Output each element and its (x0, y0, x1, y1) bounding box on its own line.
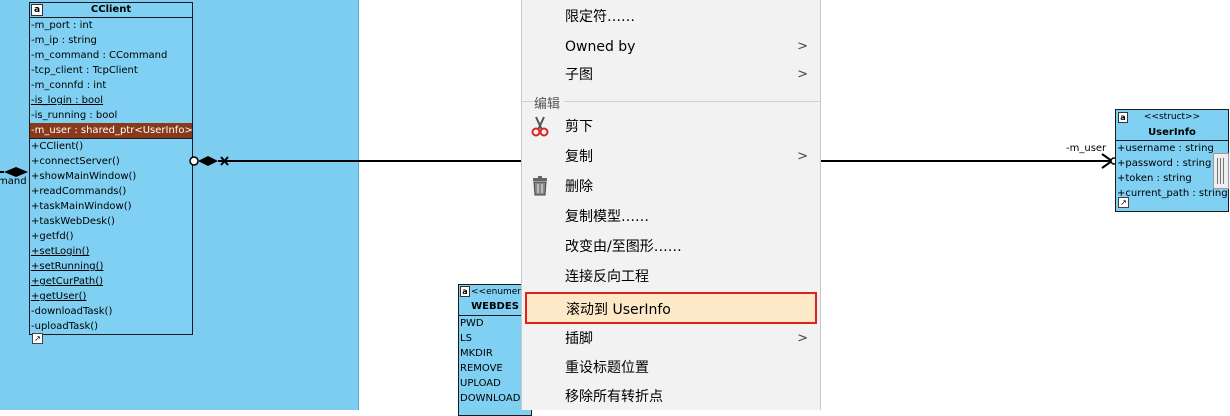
method-row[interactable]: +setRunning() (30, 259, 192, 274)
attribute-row[interactable]: -m_ip : string (30, 33, 192, 48)
method-row[interactable]: +showMainWindow() (30, 169, 192, 184)
submenu-arrow-icon: > (797, 67, 808, 82)
resize-grip[interactable] (1213, 153, 1229, 189)
struct-name: UserInfo (1116, 125, 1228, 141)
attribute-row[interactable]: -m_port : int (30, 18, 192, 33)
diagram-canvas[interactable]: a CClient -m_port : int -m_ip : string -m… (0, 0, 1230, 416)
submenu-arrow-icon: > (797, 331, 808, 346)
class-cclient[interactable]: a CClient -m_port : int -m_ip : string -m… (29, 2, 193, 344)
method-row[interactable]: +getUser() (30, 289, 192, 304)
scissors-icon (528, 115, 552, 139)
link-corner-icon[interactable]: ↗ (32, 333, 43, 344)
method-row[interactable]: +setLogin() (30, 244, 192, 259)
enum-icon: a (460, 286, 470, 297)
menu-item-change-from-to-shape[interactable]: 改变由/至图形…… (522, 232, 820, 262)
menu-item-copy-model[interactable]: 复制模型…… (522, 202, 820, 232)
struct-stereotype: <<struct>> (1143, 112, 1201, 122)
method-row[interactable]: +getCurPath() (30, 274, 192, 289)
trash-icon (528, 175, 552, 199)
method-row[interactable]: -downloadTask() (30, 304, 192, 319)
struct-userinfo[interactable]: a <<struct>> UserInfo +username : string… (1115, 109, 1229, 212)
link-corner-icon[interactable]: ↗ (1118, 197, 1129, 208)
attribute-row[interactable]: +current_path : string (1116, 186, 1228, 201)
method-row[interactable]: +readCommands() (30, 184, 192, 199)
method-row[interactable]: +CClient() (30, 139, 192, 154)
class-name: CClient (90, 4, 132, 15)
menu-item-reset-caption-position[interactable]: 重设标题位置 (522, 353, 820, 383)
menu-item-owned-by[interactable]: Owned by > (522, 32, 820, 62)
attribute-row-selected[interactable]: -m_user : shared_ptr<UserInfo> (30, 123, 192, 138)
context-menu: 限定符…… Owned by > 子图 > 编辑 剪下 复制 > 删除 复制模型…… … (521, 0, 821, 410)
method-row[interactable]: +connectServer() (30, 154, 192, 169)
attribute-row[interactable]: +token : string (1116, 171, 1228, 186)
attribute-row[interactable]: -tcp_client : TcpClient (30, 63, 192, 78)
association-end-label: mand (0, 176, 27, 187)
menu-item-delete[interactable]: 删除 (522, 172, 820, 202)
menu-item-pin[interactable]: 插脚 > (522, 324, 820, 354)
class-icon: a (31, 4, 43, 16)
menu-item-cut[interactable]: 剪下 (522, 112, 820, 142)
menu-separator (522, 101, 820, 102)
methods-section: +CClient() +connectServer() +showMainWin… (30, 139, 192, 334)
attributes-section: -m_port : int -m_ip : string -m_command … (30, 18, 192, 139)
menu-item-remove-all-bend-points[interactable]: 移除所有转折点 (522, 382, 820, 412)
submenu-arrow-icon: > (797, 39, 808, 54)
attribute-row[interactable]: +password : string (1116, 156, 1228, 171)
struct-icon: a (1118, 112, 1128, 123)
attribute-row[interactable]: -m_command : CCommand (30, 48, 192, 63)
menu-item-qualifier[interactable]: 限定符…… (522, 2, 820, 32)
menu-item-subdiagram[interactable]: 子图 > (522, 60, 820, 90)
submenu-arrow-icon: > (797, 149, 808, 164)
menu-item-scroll-to-userinfo[interactable]: 滚动到 UserInfo (525, 292, 817, 324)
method-row[interactable]: -uploadTask() (30, 319, 192, 334)
method-row[interactable]: +taskWebDesk() (30, 214, 192, 229)
attribute-row[interactable]: +username : string (1116, 141, 1228, 156)
menu-item-connect-reverse-engineering[interactable]: 连接反向工程 (522, 262, 820, 292)
attribute-row[interactable]: -m_connfd : int (30, 78, 192, 93)
association-role-label: -m_user (1066, 143, 1107, 154)
method-row[interactable]: +getfd() (30, 229, 192, 244)
menu-group-label: 编辑 (534, 93, 565, 112)
method-row[interactable]: +taskMainWindow() (30, 199, 192, 214)
attribute-row[interactable]: -is_login : bool (30, 93, 192, 108)
menu-item-copy[interactable]: 复制 > (522, 142, 820, 172)
attribute-row[interactable]: -is_running : bool (30, 108, 192, 123)
